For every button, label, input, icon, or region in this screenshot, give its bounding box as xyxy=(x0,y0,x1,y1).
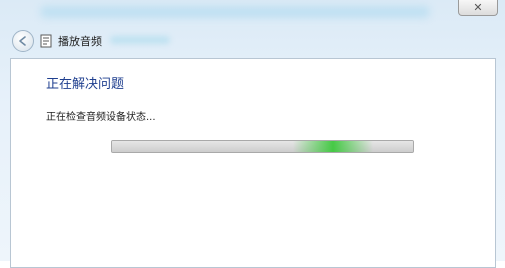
troubleshooter-icon xyxy=(40,34,52,48)
progress-glow xyxy=(293,141,373,152)
nav-title: 播放音频 xyxy=(58,35,102,48)
status-text: 正在检查音频设备状态... xyxy=(46,112,156,123)
back-button[interactable] xyxy=(12,30,34,52)
progress-bar xyxy=(111,140,414,153)
close-button[interactable]: ✕ xyxy=(458,0,498,16)
back-arrow-icon xyxy=(19,36,26,46)
troubleshooter-window: ✕ 播放音频 正在解决问题 正在检查音频设备状态... xyxy=(0,0,505,268)
title-bar-glass xyxy=(40,6,430,18)
page-title: 正在解决问题 xyxy=(46,77,125,92)
content-panel: 正在解决问题 正在检查音频设备状态... xyxy=(10,58,496,268)
close-icon: ✕ xyxy=(473,1,483,14)
nav-title-blur xyxy=(110,36,170,44)
